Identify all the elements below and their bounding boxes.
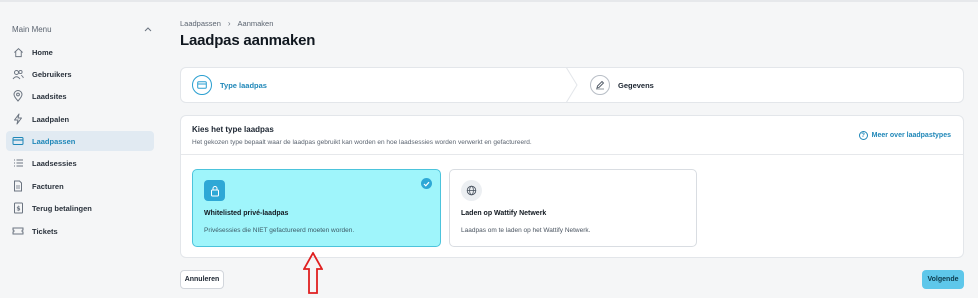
edit-icon <box>590 75 610 95</box>
sidebar-item-label: Home <box>32 47 53 57</box>
sidebar-item-facturen[interactable]: Facturen <box>6 176 154 196</box>
annotation-arrow-icon <box>303 252 323 294</box>
card-icon <box>192 75 212 95</box>
stepper: Type laadpas Gegevens <box>180 67 964 103</box>
option-title: Laden op Wattify Netwerk <box>461 210 547 217</box>
bolt-icon <box>12 113 24 125</box>
sidebar-item-label: Laadsessies <box>32 158 77 168</box>
sidebar-item-terug-betalingen[interactable]: $ Terug betalingen <box>6 198 154 218</box>
sidebar-item-label: Tickets <box>32 226 58 236</box>
check-icon <box>421 178 432 189</box>
card-subtitle: Het gekozen type bepaalt waar de laadpas… <box>192 139 532 146</box>
step-divider <box>565 67 578 103</box>
lock-icon <box>204 180 225 201</box>
option-whitelisted-prive-laadpas[interactable]: Whitelisted privé-laadpas Privésessies d… <box>192 169 441 247</box>
sidebar-item-laadsessies[interactable]: Laadsessies <box>6 153 154 173</box>
chevron-right-icon: › <box>227 18 231 28</box>
option-description: Privésessies die NIET gefactureerd moete… <box>204 227 355 234</box>
globe-icon <box>461 180 482 201</box>
ticket-icon <box>12 225 24 237</box>
svg-text:$: $ <box>16 206 20 213</box>
step-label: Type laadpas <box>220 80 267 90</box>
users-icon <box>12 68 24 80</box>
sidebar: Main Menu Home Gebruikers Laadsites Laad… <box>0 2 163 298</box>
question-icon: ? <box>858 131 868 140</box>
card-title: Kies het type laadpas <box>192 125 274 134</box>
sidebar-item-label: Laadpassen <box>32 136 76 146</box>
sidebar-item-label: Terug betalingen <box>32 203 92 213</box>
breadcrumb-current: Aanmaken <box>237 18 274 28</box>
sidebar-item-gebruikers[interactable]: Gebruikers <box>6 64 154 84</box>
main-menu-title: Main Menu <box>12 24 52 34</box>
sidebar-item-tickets[interactable]: Tickets <box>6 221 154 241</box>
option-title: Whitelisted privé-laadpas <box>204 210 289 217</box>
sidebar-item-laadsites[interactable]: Laadsites <box>6 86 154 106</box>
laadpas-type-card: Kies het type laadpas Het gekozen type b… <box>180 115 964 258</box>
sidebar-item-label: Laadpalen <box>32 114 70 124</box>
cancel-button[interactable]: Annuleren <box>180 270 224 289</box>
option-laden-op-wattify-netwerk[interactable]: Laden op Wattify Netwerk Laadpas om te l… <box>449 169 697 247</box>
sidebar-item-label: Gebruikers <box>32 69 72 79</box>
sidebar-item-laadpalen[interactable]: Laadpalen <box>6 109 154 129</box>
breadcrumb-parent-link[interactable]: Laadpassen <box>180 19 221 28</box>
invoice-icon <box>12 180 24 192</box>
step-label: Gegevens <box>618 80 654 90</box>
sidebar-item-home[interactable]: Home <box>6 42 154 62</box>
page-title: Laadpas aanmaken <box>180 32 316 49</box>
next-button[interactable]: Volgende <box>922 270 964 289</box>
chevron-up-icon[interactable] <box>144 25 152 34</box>
home-icon <box>12 46 24 58</box>
option-description: Laadpas om te laden op het Wattify Netwe… <box>461 227 591 234</box>
sidebar-item-label: Facturen <box>32 181 64 191</box>
sidebar-item-laadpassen[interactable]: Laadpassen <box>6 131 154 151</box>
sidebar-item-label: Laadsites <box>32 91 67 101</box>
card-icon <box>12 135 24 147</box>
more-about-types-link[interactable]: ? Meer over laadpastypes <box>858 131 951 140</box>
refund-icon: $ <box>12 202 24 214</box>
step-type-laadpas[interactable]: Type laadpas <box>192 68 267 102</box>
main-menu-header[interactable]: Main Menu <box>12 22 152 36</box>
divider <box>181 154 963 155</box>
step-gegevens[interactable]: Gegevens <box>590 68 654 102</box>
map-pin-icon <box>12 90 24 102</box>
breadcrumb: Laadpassen › Aanmaken <box>180 17 273 29</box>
more-link-label: Meer over laadpastypes <box>871 132 951 139</box>
list-icon <box>12 157 24 169</box>
